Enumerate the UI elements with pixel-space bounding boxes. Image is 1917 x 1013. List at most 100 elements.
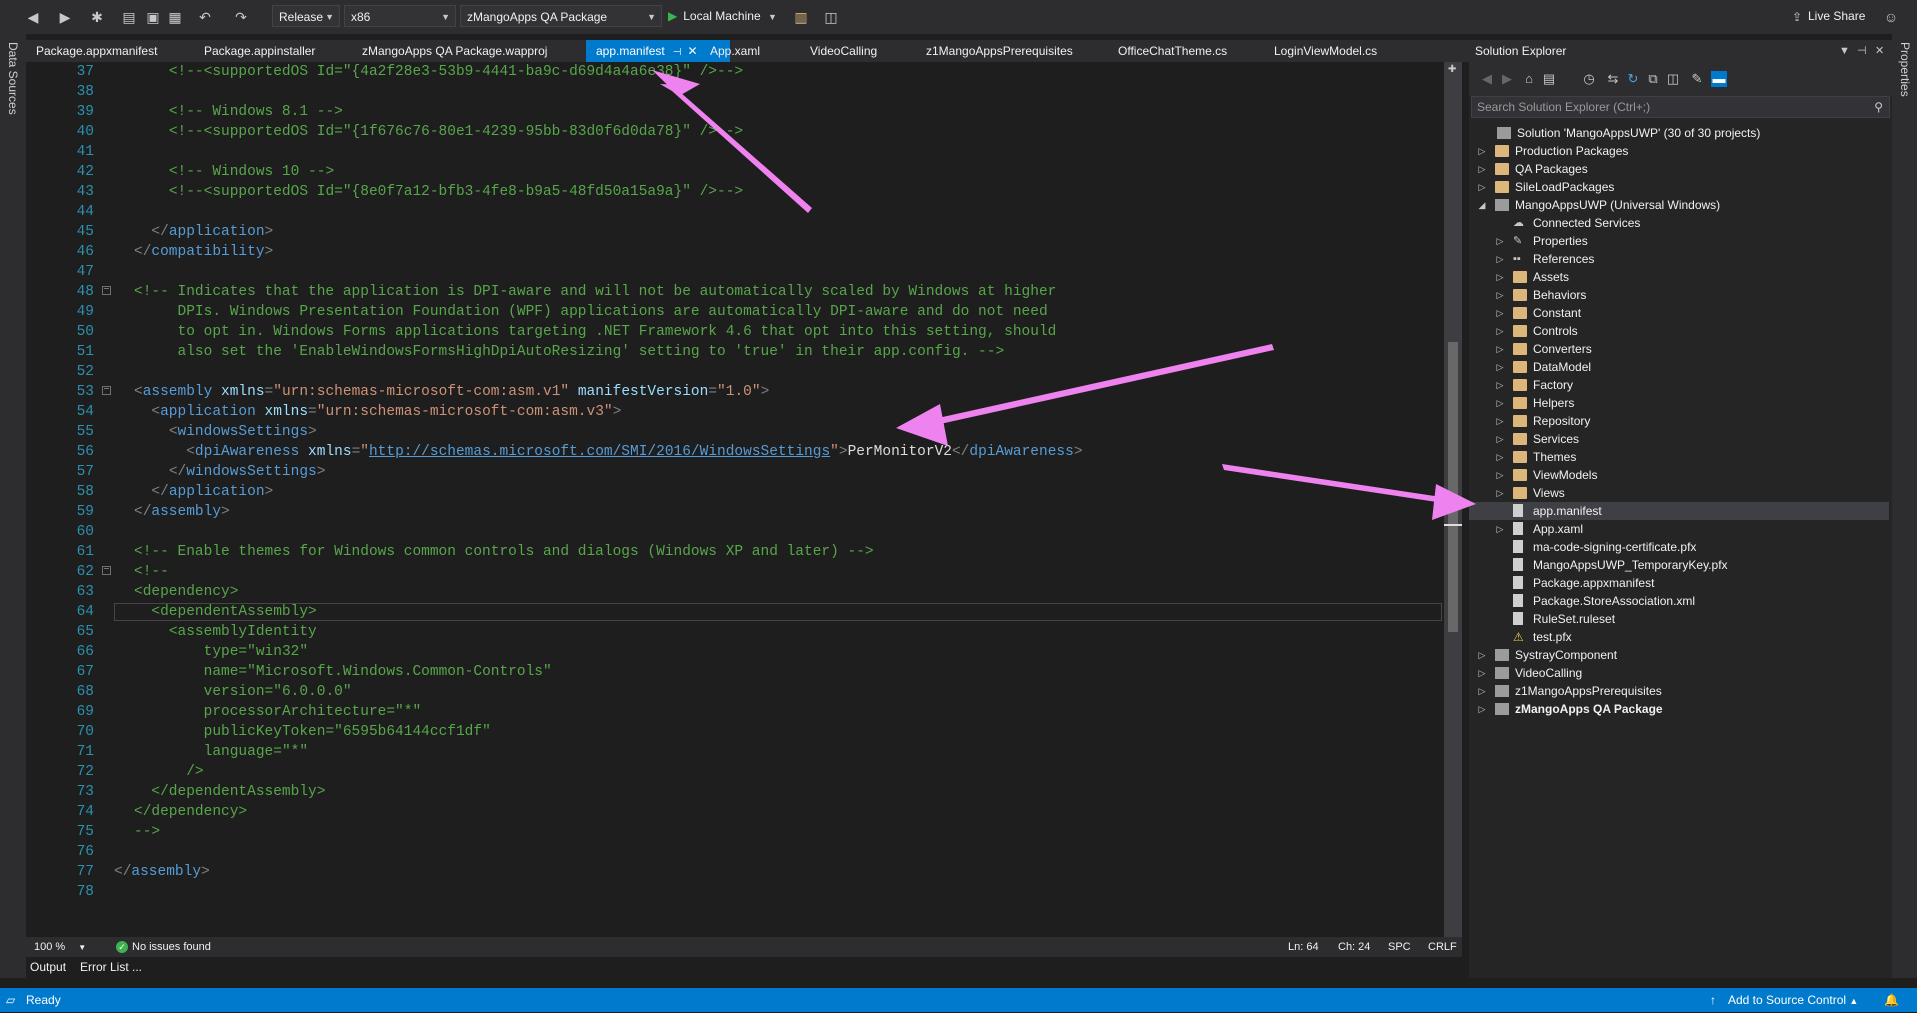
code-line[interactable]: 71 language="*" [26, 742, 1444, 762]
code-line[interactable]: 69 processorArchitecture="*" [26, 702, 1444, 722]
code-line[interactable]: 70 publicKeyToken="6595b64144ccf1df" [26, 722, 1444, 742]
live-share-button[interactable]: Live Share [1808, 9, 1865, 23]
tree-item[interactable]: ▷ ✎ Properties [1469, 232, 1889, 250]
collapse-arrow-icon[interactable]: ◢ [1477, 196, 1487, 214]
tree-item[interactable]: ▷ Factory [1469, 376, 1889, 394]
code-line[interactable]: 77 </assembly> [26, 862, 1444, 882]
code-line[interactable]: 40 <!--<supportedOS Id="{1f676c76-80e1-4… [26, 122, 1444, 142]
expand-arrow-icon[interactable]: ▷ [1495, 268, 1505, 286]
code-line[interactable]: 76 [26, 842, 1444, 862]
tree-item[interactable]: ▷ SystrayComponent [1469, 646, 1889, 664]
expand-arrow-icon[interactable]: ▷ [1495, 304, 1505, 322]
scroll-thumb[interactable] [1448, 342, 1458, 632]
tree-item[interactable]: ▷ ▪▪ References [1469, 250, 1889, 268]
fold-toggle-icon[interactable]: − [102, 286, 111, 296]
expand-arrow-icon[interactable]: ▷ [1495, 484, 1505, 502]
code-line[interactable]: 72 /> [26, 762, 1444, 782]
expand-arrow-icon[interactable]: ▷ [1495, 250, 1505, 268]
show-all-files-icon[interactable]: ◫ [1665, 71, 1681, 87]
fold-toggle-icon[interactable]: − [102, 386, 111, 396]
tree-item[interactable]: ▷ Helpers [1469, 394, 1889, 412]
tree-item[interactable]: Package.StoreAssociation.xml [1469, 592, 1889, 610]
browse-folder-icon[interactable]: ▥ [792, 8, 810, 26]
forward-icon[interactable]: ▶ [56, 8, 74, 26]
fold-toggle-icon[interactable]: − [102, 566, 111, 576]
tab-app-xaml[interactable]: App.xaml [700, 40, 770, 62]
tab-loginviewmodel[interactable]: LoginViewModel.cs [1264, 40, 1387, 62]
editor-vertical-scrollbar[interactable]: ✚ [1444, 62, 1462, 937]
expand-arrow-icon[interactable]: ▷ [1495, 394, 1505, 412]
tree-item[interactable]: RuleSet.ruleset [1469, 610, 1889, 628]
code-line[interactable]: 41 [26, 142, 1444, 162]
expand-arrow-icon[interactable]: ▷ [1495, 340, 1505, 358]
home-icon[interactable]: ⌂ [1521, 71, 1537, 87]
tree-item[interactable]: ☁ Connected Services [1469, 214, 1889, 232]
tab-wapproj[interactable]: zMangoApps QA Package.wapproj [352, 40, 557, 62]
tree-item[interactable]: Solution 'MangoAppsUWP' (30 of 30 projec… [1469, 124, 1889, 142]
expand-arrow-icon[interactable]: ▷ [1495, 430, 1505, 448]
pin-icon[interactable]: ⊣ [673, 47, 682, 58]
save-all-icon[interactable]: ▦ [166, 8, 184, 26]
tree-item[interactable]: ▷ zMangoApps QA Package [1469, 700, 1889, 718]
tree-item[interactable]: ▷ App.xaml [1469, 520, 1889, 538]
expand-arrow-icon[interactable]: ▷ [1495, 322, 1505, 340]
expand-arrow-icon[interactable]: ▷ [1495, 412, 1505, 430]
back-icon[interactable]: ◀ [24, 8, 42, 26]
expand-arrow-icon[interactable]: ▷ [1477, 160, 1487, 178]
tree-item[interactable]: ▷ Assets [1469, 268, 1889, 286]
tree-item[interactable]: ▷ Repository [1469, 412, 1889, 430]
code-line[interactable]: 42 <!-- Windows 10 --> [26, 162, 1444, 182]
capture-icon[interactable]: ◫ [822, 8, 840, 26]
tab-videocalling[interactable]: VideoCalling [800, 40, 887, 62]
pin-icon[interactable]: ⊣ [1857, 40, 1867, 62]
code-line[interactable]: 48− <!-- Indicates that the application i… [26, 282, 1444, 302]
forward-icon[interactable]: ▶ [1499, 71, 1515, 87]
collapse-all-icon[interactable]: ⧉ [1645, 71, 1661, 87]
code-line[interactable]: 65 <assemblyIdentity [26, 622, 1444, 642]
chevron-down-icon[interactable]: ▼ [1839, 40, 1850, 62]
tab-package-appinstaller[interactable]: Package.appinstaller [194, 40, 325, 62]
switch-views-icon[interactable]: ▤ [1541, 71, 1557, 87]
undo-icon[interactable]: ↶ [196, 8, 214, 26]
code-line[interactable]: 49 DPIs. Windows Presentation Foundation… [26, 302, 1444, 322]
new-project-icon[interactable]: ✱ [88, 8, 106, 26]
tree-item[interactable]: ⚠ test.pfx [1469, 628, 1889, 646]
code-line[interactable]: 75 --> [26, 822, 1444, 842]
tree-item[interactable]: ▷ DataModel [1469, 358, 1889, 376]
pending-changes-icon[interactable]: ◷ [1581, 71, 1597, 87]
close-icon[interactable]: ✕ [687, 44, 697, 58]
tree-item[interactable]: app.manifest [1469, 502, 1889, 520]
sync-icon[interactable]: ⇆ [1605, 71, 1621, 87]
expand-arrow-icon[interactable]: ▷ [1495, 520, 1505, 538]
startup-project-select[interactable]: zMangoApps QA Package ▼ [460, 5, 662, 27]
data-sources-tab[interactable]: Data Sources [6, 42, 20, 115]
preview-icon[interactable]: ▬ [1711, 71, 1727, 87]
code-line[interactable]: 51 also set the 'EnableWindowsFormsHighD… [26, 342, 1444, 362]
close-icon[interactable]: ✕ [1875, 40, 1884, 62]
code-line[interactable]: 66 type="win32" [26, 642, 1444, 662]
code-line[interactable]: 53− <assembly xmlns="urn:schemas-microsof… [26, 382, 1444, 402]
code-line[interactable]: 45 </application> [26, 222, 1444, 242]
tree-item[interactable]: ▷ QA Packages [1469, 160, 1889, 178]
code-line[interactable]: 43 <!--<supportedOS Id="{8e0f7a12-bfb3-4… [26, 182, 1444, 202]
code-line[interactable]: 60 [26, 522, 1444, 542]
code-line[interactable]: 52 [26, 362, 1444, 382]
back-icon[interactable]: ◀ [1479, 71, 1495, 87]
tree-item[interactable]: ▷ VideoCalling [1469, 664, 1889, 682]
solution-search-input[interactable]: Search Solution Explorer (Ctrl+;) ⚲ [1471, 96, 1890, 118]
code-line[interactable]: 38 [26, 82, 1444, 102]
expand-arrow-icon[interactable]: ▷ [1477, 682, 1487, 700]
wrench-icon[interactable]: ✎ [1689, 71, 1705, 87]
code-line[interactable]: 67 name="Microsoft.Windows.Common-Contro… [26, 662, 1444, 682]
tree-item[interactable]: ▷ Services [1469, 430, 1889, 448]
code-line[interactable]: 61 <!-- Enable themes for Windows common … [26, 542, 1444, 562]
expand-arrow-icon[interactable]: ▷ [1477, 178, 1487, 196]
expand-arrow-icon[interactable]: ▷ [1477, 700, 1487, 718]
expand-arrow-icon[interactable]: ▷ [1495, 466, 1505, 484]
search-icon[interactable]: ⚲ [1874, 97, 1883, 117]
tab-output[interactable]: Output [30, 960, 66, 974]
tab-prerequisites[interactable]: z1MangoAppsPrerequisites [916, 40, 1083, 62]
zoom-select[interactable]: 100 % ▼ [34, 937, 86, 958]
tree-item[interactable]: ▷ Constant [1469, 304, 1889, 322]
issues-indicator[interactable]: ✓ No issues found [116, 937, 211, 957]
